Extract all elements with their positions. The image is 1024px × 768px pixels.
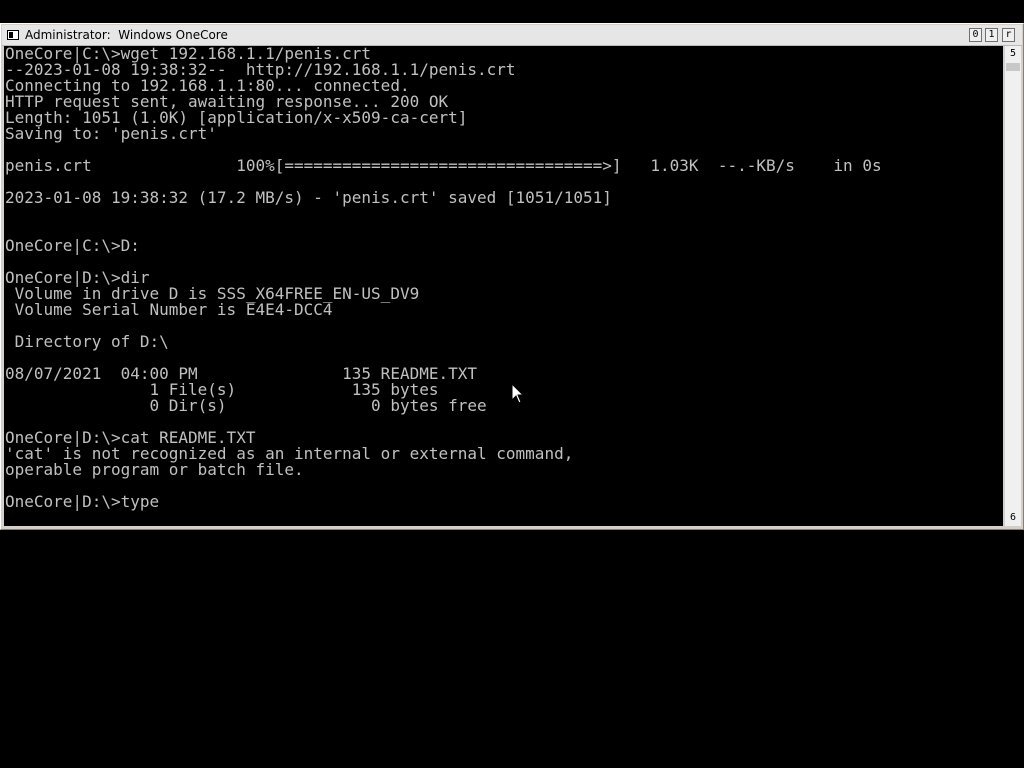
window-title: Administrator: Windows OneCore [25, 28, 228, 42]
console-line: 2023-01-08 19:38:32 (17.2 MB/s) - 'penis… [5, 188, 612, 207]
scroll-up-button[interactable]: 5 [1005, 46, 1021, 62]
console-line: Saving to: 'penis.crt' [5, 124, 217, 143]
console-line: Volume Serial Number is E4E4-DCC4 [5, 300, 333, 319]
console-line: Directory of D:\ [5, 332, 169, 351]
console-line: penis.crt 100%[=========================… [5, 156, 882, 175]
console-line: 0 Dir(s) 0 bytes free [5, 396, 487, 415]
vertical-scrollbar[interactable]: 5 6 [1004, 46, 1021, 526]
console-line: operable program or batch file. [5, 460, 304, 479]
console-window: Administrator: Windows OneCore 0 1 r One… [0, 23, 1024, 530]
console-text-area: OneCore|C:\>wget 192.168.1.1/penis.crt --… [5, 46, 882, 510]
console-line: OneCore|C:\>D: [5, 236, 140, 255]
console-line: OneCore|D:\>type [5, 492, 160, 511]
console-app-icon[interactable] [7, 30, 19, 40]
maximize-button[interactable]: 1 [985, 28, 998, 42]
console-output[interactable]: OneCore|C:\>wget 192.168.1.1/penis.crt --… [4, 46, 1003, 526]
mouse-pointer-icon [511, 383, 525, 404]
minimize-button[interactable]: 0 [969, 28, 982, 42]
scroll-thumb[interactable] [1006, 63, 1020, 71]
close-button[interactable]: r [1002, 28, 1015, 42]
title-bar[interactable]: Administrator: Windows OneCore 0 1 r [2, 25, 1022, 46]
scroll-down-button[interactable]: 6 [1005, 510, 1021, 526]
